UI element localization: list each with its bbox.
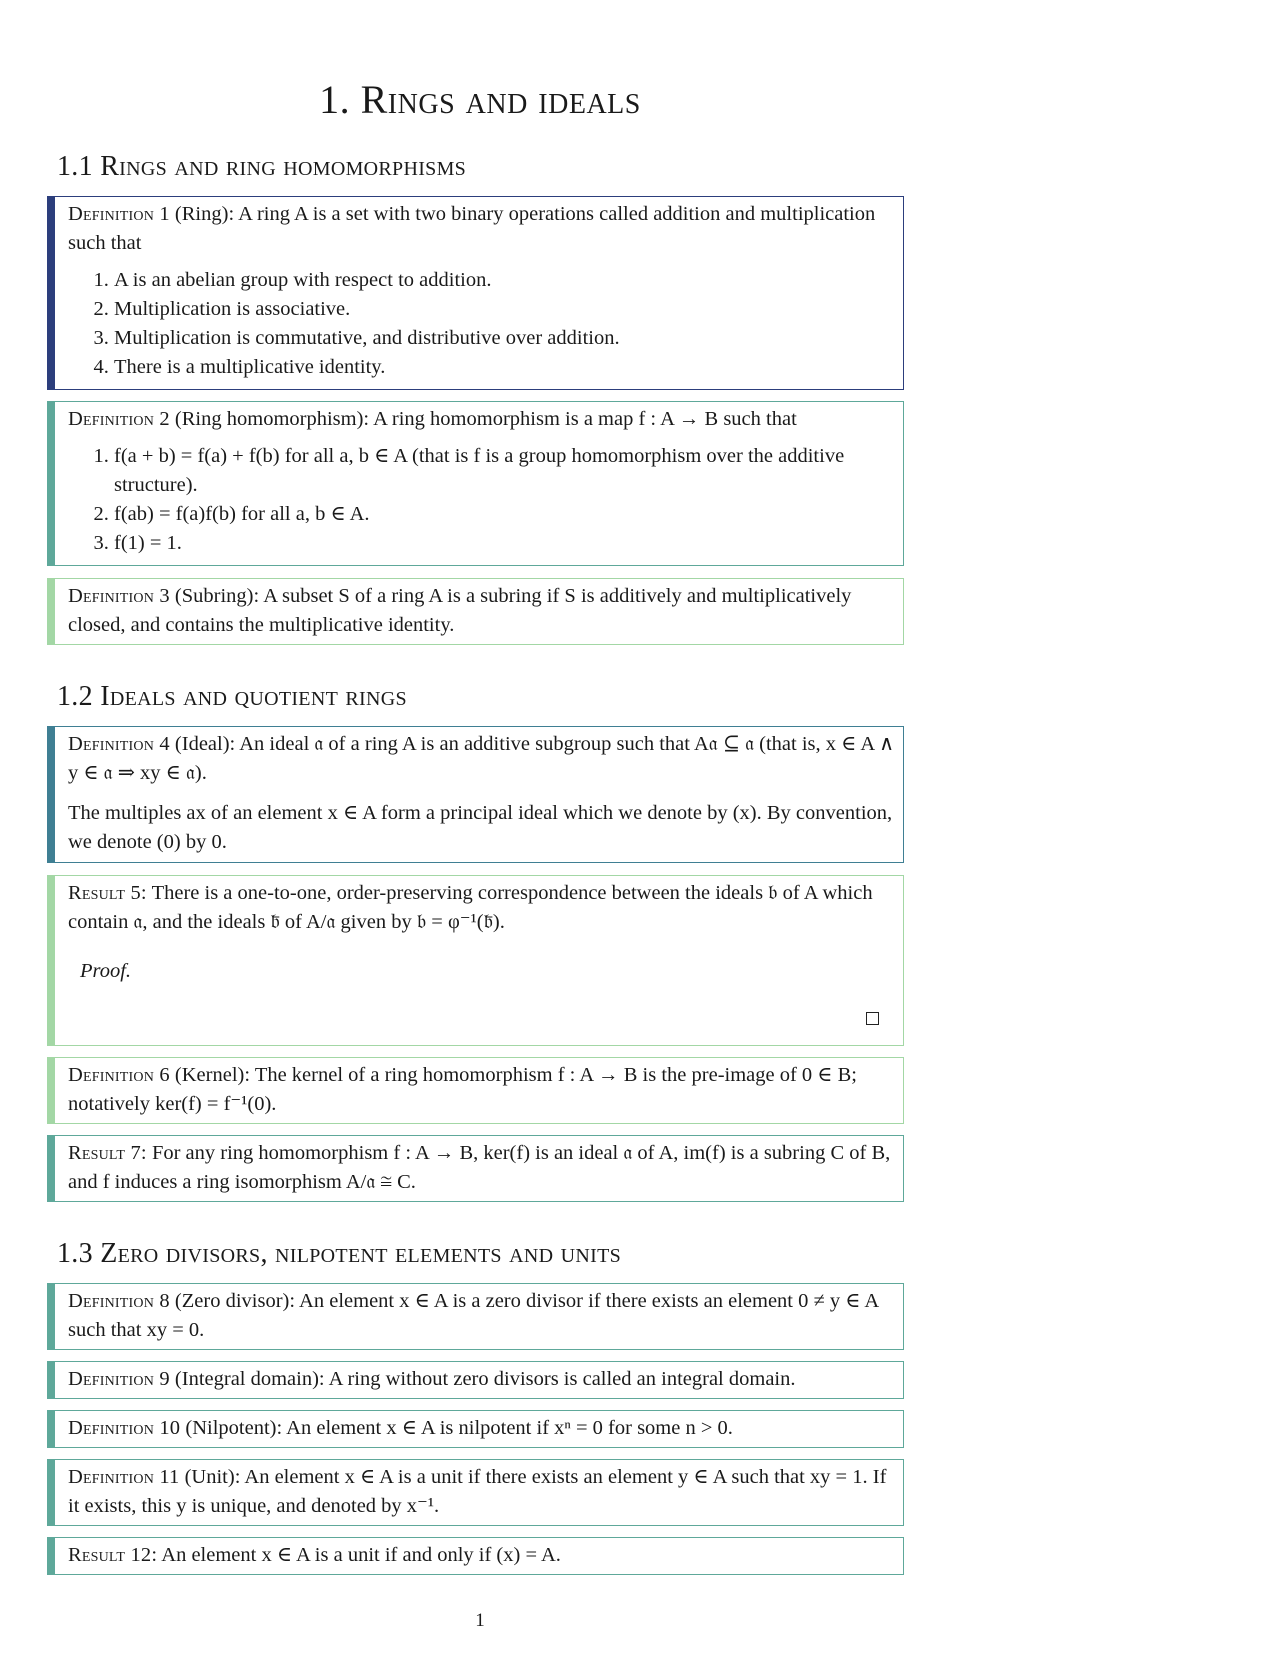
definition-4-label: Definition 4 [68, 733, 170, 755]
result-5-box: Result 5: There is a one-to-one, order-p… [47, 875, 904, 1046]
definition-3-box: Definition 3 (Subring): A subset S of a … [47, 578, 904, 645]
list-item: f(ab) = f(a)f(b) for all a, b ∈ A. [114, 500, 895, 529]
result-7-text: Result 7: For any ring homomorphism f : … [68, 1139, 895, 1197]
definition-3-text: Definition 3 (Subring): A subset S of a … [68, 582, 895, 640]
list-item: There is a multiplicative identity. [114, 353, 895, 382]
definition-10-text: Definition 10 (Nilpotent): An element x … [68, 1414, 895, 1443]
result-5-body: There is a one-to-one, order-preserving … [68, 882, 873, 933]
definition-4-text: Definition 4 (Ideal): An ideal 𝔞 of a ri… [68, 730, 895, 788]
definition-9-body: A ring without zero divisors is called a… [328, 1368, 796, 1390]
result-12-box: Result 12: An element x ∈ A is a unit if… [47, 1537, 904, 1575]
section-heading-1-2: 1.2 Ideals and quotient rings [57, 681, 407, 712]
definition-11-label: Definition 11 [68, 1466, 180, 1488]
result-5-label: Result 5: [68, 882, 147, 904]
result-5-text: Result 5: There is a one-to-one, order-p… [68, 879, 895, 937]
result-12-label: Result 12: [68, 1544, 158, 1566]
result-12-body: An element x ∈ A is a unit if and only i… [161, 1544, 561, 1566]
definition-10-name: (Nilpotent): [185, 1417, 283, 1439]
definition-6-name: (Kernel): [174, 1064, 251, 1086]
proof-label: Proof. [80, 960, 132, 982]
result-12-text: Result 12: An element x ∈ A is a unit if… [68, 1541, 895, 1570]
definition-11-box: Definition 11 (Unit): An element x ∈ A i… [47, 1459, 904, 1526]
result-7-body: For any ring homomorphism f : A → B, ker… [68, 1142, 891, 1193]
definition-8-name: (Zero divisor): [174, 1290, 296, 1312]
definition-11-text: Definition 11 (Unit): An element x ∈ A i… [68, 1463, 895, 1521]
definition-6-box: Definition 6 (Kernel): The kernel of a r… [47, 1057, 904, 1124]
definition-1-text: Definition 1 (Ring): A ring A is a set w… [68, 200, 895, 258]
list-item: Multiplication is commutative, and distr… [114, 324, 895, 353]
definition-8-text: Definition 8 (Zero divisor): An element … [68, 1287, 895, 1345]
list-item: f(a + b) = f(a) + f(b) for all a, b ∈ A … [114, 442, 895, 500]
definition-2-list: f(a + b) = f(a) + f(b) for all a, b ∈ A … [68, 442, 895, 558]
definition-11-name: (Unit): [184, 1466, 241, 1488]
definition-10-label: Definition 10 [68, 1417, 181, 1439]
definition-10-body: An element x ∈ A is nilpotent if xⁿ = 0 … [286, 1417, 733, 1439]
result-7-label: Result 7: [68, 1142, 147, 1164]
definition-1-label: Definition 1 [68, 203, 170, 225]
definition-4-text-2: The multiples ax of an element x ∈ A for… [68, 802, 893, 853]
definition-6-text: Definition 6 (Kernel): The kernel of a r… [68, 1061, 895, 1119]
definition-9-name: (Integral domain): [174, 1368, 325, 1390]
definition-6-label: Definition 6 [68, 1064, 170, 1086]
definition-1-box: Definition 1 (Ring): A ring A is a set w… [47, 196, 904, 390]
section-heading-1-1: 1.1 Rings and ring homomorphisms [57, 151, 467, 182]
definition-3-label: Definition 3 [68, 585, 170, 607]
definition-2-box: Definition 2 (Ring homomorphism): A ring… [47, 401, 904, 566]
definition-2-name: (Ring homomorphism): [174, 408, 370, 430]
definition-2-intro: A ring homomorphism is a map f : A → B s… [373, 408, 797, 430]
qed-square-icon [866, 1012, 879, 1025]
list-item: A is an abelian group with respect to ad… [114, 266, 895, 295]
definition-8-label: Definition 8 [68, 1290, 170, 1312]
definition-3-name: (Subring): [174, 585, 260, 607]
definition-10-box: Definition 10 (Nilpotent): An element x … [47, 1410, 904, 1448]
chapter-title: 1. Rings and ideals [319, 77, 641, 122]
definition-4-name: (Ideal): [174, 733, 236, 755]
document-page: 1. Rings and ideals 1.1 Rings and ring h… [0, 0, 1270, 1678]
definition-9-label: Definition 9 [68, 1368, 170, 1390]
definition-2-label: Definition 2 [68, 408, 170, 430]
section-heading-1-3: 1.3 Zero divisors, nilpotent elements an… [57, 1238, 622, 1269]
definition-4-box: Definition 4 (Ideal): An ideal 𝔞 of a ri… [47, 726, 904, 863]
definition-1-list: A is an abelian group with respect to ad… [68, 266, 895, 382]
definition-1-name: (Ring): [174, 203, 235, 225]
definition-9-box: Definition 9 (Integral domain): A ring w… [47, 1361, 904, 1399]
list-item: f(1) = 1. [114, 529, 895, 558]
definition-9-text: Definition 9 (Integral domain): A ring w… [68, 1365, 895, 1394]
page-number: 1 [475, 1610, 485, 1631]
result-7-box: Result 7: For any ring homomorphism f : … [47, 1135, 904, 1202]
definition-8-box: Definition 8 (Zero divisor): An element … [47, 1283, 904, 1350]
list-item: Multiplication is associative. [114, 295, 895, 324]
definition-2-text: Definition 2 (Ring homomorphism): A ring… [68, 405, 895, 434]
